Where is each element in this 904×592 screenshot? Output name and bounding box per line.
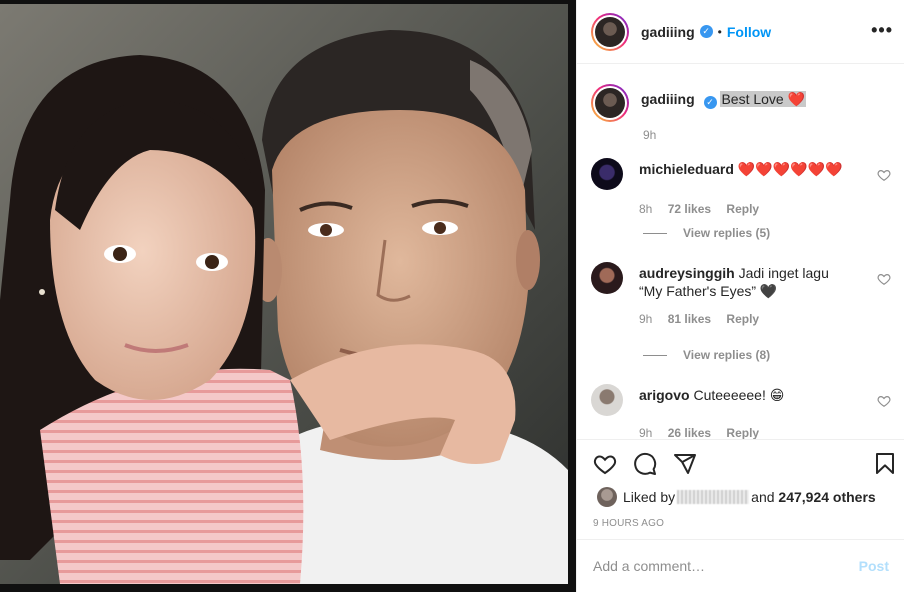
comment-grin-emoji: 😁 <box>769 387 785 403</box>
add-comment-bar: Add a comment… Post <box>577 539 904 592</box>
instagram-post: gadiiing ✓ • Follow ••• gadiiing ✓ Best … <box>0 0 904 592</box>
action-bar <box>577 440 904 486</box>
post-photo[interactable] <box>0 0 576 592</box>
comment-like-heart-icon[interactable] <box>877 394 891 408</box>
author-avatar[interactable] <box>591 12 629 51</box>
caption-heart-emoji: ❤️ <box>787 91 806 107</box>
comment-meta: 9h 26 likes Reply <box>639 426 891 440</box>
comment-likes[interactable]: 26 likes <box>668 426 711 440</box>
caption-time[interactable]: 9h <box>643 128 891 142</box>
replies-line <box>643 354 667 356</box>
post-header: gadiiing ✓ • Follow ••• <box>577 0 904 64</box>
comment-time[interactable]: 9h <box>639 426 652 440</box>
more-options-icon[interactable]: ••• <box>871 20 893 41</box>
reply-button[interactable]: Reply <box>726 312 759 326</box>
post-timestamp[interactable]: 9 HOURS AGO <box>593 518 664 529</box>
liker-avatar[interactable] <box>597 487 617 507</box>
comment-black-heart-emoji: 🖤 <box>759 283 778 299</box>
reply-button[interactable]: Reply <box>726 202 759 216</box>
comment-hearts-emoji: ❤️❤️❤️❤️❤️❤️ <box>737 161 843 177</box>
view-replies-label: View replies (8) <box>683 348 771 362</box>
comment-time[interactable]: 9h <box>639 312 652 326</box>
comment-time[interactable]: 8h <box>639 202 652 216</box>
comment-bubble-icon[interactable] <box>633 452 657 476</box>
post-photo-image <box>0 0 576 592</box>
liker-username-redacted[interactable] <box>677 490 750 504</box>
liked-by-and: and <box>751 489 775 505</box>
comment-item: audreysinggih Jadi inget lagu “My Father… <box>591 262 891 326</box>
reply-button[interactable]: Reply <box>726 426 759 440</box>
post-actions-section: Liked by and 247,924 others 9 HOURS AGO <box>577 439 904 529</box>
commenter-avatar[interactable] <box>591 384 623 416</box>
follow-button[interactable]: Follow <box>727 24 771 40</box>
verified-badge-icon: ✓ <box>699 25 713 38</box>
separator-dot: • <box>717 24 722 39</box>
liked-by-section: Liked by and 247,924 others <box>597 487 876 507</box>
commenter-avatar[interactable] <box>591 158 623 190</box>
caption-username[interactable]: gadiiing <box>641 91 695 107</box>
commenter-username[interactable]: audreysinggih <box>639 265 735 281</box>
liked-by-count[interactable]: 247,924 others <box>778 489 875 505</box>
view-replies-button[interactable]: View replies (5) <box>591 226 891 240</box>
comment-likes[interactable]: 81 likes <box>668 312 711 326</box>
replies-line <box>643 232 667 234</box>
caption-avatar[interactable] <box>591 84 629 122</box>
comment-item: arigovo Cuteeeeee! 😁 9h 26 likes Reply <box>591 384 891 440</box>
save-bookmark-icon[interactable] <box>873 452 897 476</box>
commenter-username[interactable]: arigovo <box>639 387 690 403</box>
comment-meta: 8h 72 likes Reply <box>639 202 891 216</box>
add-comment-input[interactable]: Add a comment… <box>593 558 859 574</box>
liked-by-prefix: Liked by <box>623 489 676 505</box>
caption-text-selection: Best Love ❤️ <box>720 91 807 107</box>
verified-badge-icon: ✓ <box>703 96 717 109</box>
post-panel: gadiiing ✓ • Follow ••• gadiiing ✓ Best … <box>576 0 904 592</box>
post-caption: gadiiing ✓ Best Love ❤️ 9h <box>591 84 891 142</box>
comment-meta: 9h 81 likes Reply <box>639 312 891 326</box>
view-replies-label: View replies (5) <box>683 226 771 240</box>
comment-item: michieleduard ❤️❤️❤️❤️❤️❤️ 8h 72 likes R… <box>591 158 891 216</box>
comment-like-heart-icon[interactable] <box>877 168 891 182</box>
caption-text: Best Love <box>721 91 784 107</box>
share-direct-icon[interactable] <box>673 452 697 476</box>
post-comment-button[interactable]: Post <box>859 558 889 574</box>
author-username[interactable]: gadiiing <box>641 24 695 40</box>
comment-text: Cuteeeeee! <box>693 387 766 403</box>
comment-like-heart-icon[interactable] <box>877 272 891 286</box>
like-heart-icon[interactable] <box>593 452 617 476</box>
commenter-avatar[interactable] <box>591 262 623 294</box>
view-replies-button[interactable]: View replies (8) <box>591 348 891 362</box>
comment-likes[interactable]: 72 likes <box>668 202 711 216</box>
commenter-username[interactable]: michieleduard <box>639 161 734 177</box>
